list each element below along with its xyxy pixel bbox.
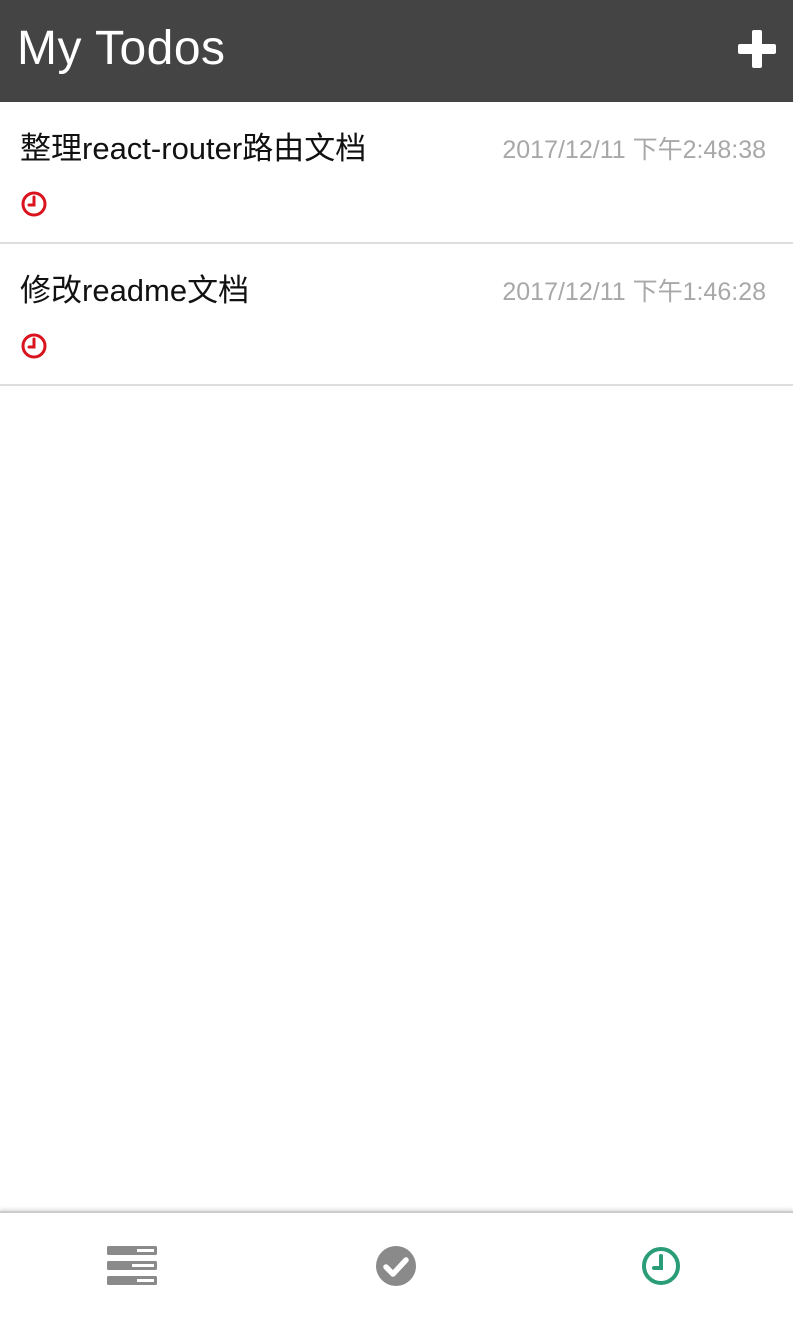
tab-completed[interactable] — [264, 1213, 528, 1319]
todo-timestamp: 2017/12/11 下午1:46:28 — [502, 278, 766, 306]
clock-icon — [20, 332, 48, 360]
bottom-tab-bar — [0, 1211, 793, 1319]
clock-icon — [20, 190, 48, 218]
todo-title: 修改readme文档 — [20, 273, 250, 308]
tab-pending[interactable] — [529, 1213, 793, 1319]
todo-list: 整理react-router路由文档 2017/12/11 下午2:48:38 … — [0, 102, 793, 386]
add-todo-button[interactable] — [738, 30, 776, 68]
list-icon — [107, 1246, 158, 1285]
todo-item[interactable]: 整理react-router路由文档 2017/12/11 下午2:48:38 — [0, 102, 793, 244]
todo-timestamp: 2017/12/11 下午2:48:38 — [502, 136, 766, 164]
page-title: My Todos — [17, 22, 226, 75]
todo-item[interactable]: 修改readme文档 2017/12/11 下午1:46:28 — [0, 244, 793, 386]
check-circle-icon — [376, 1246, 417, 1286]
plus-icon — [738, 30, 776, 68]
todo-title: 整理react-router路由文档 — [20, 131, 367, 166]
clock-icon — [641, 1247, 680, 1285]
app-root: My Todos 整理react-router路由文档 2017/12/11 下… — [0, 0, 793, 1319]
tab-all[interactable] — [0, 1213, 264, 1319]
app-header: My Todos — [0, 0, 793, 102]
